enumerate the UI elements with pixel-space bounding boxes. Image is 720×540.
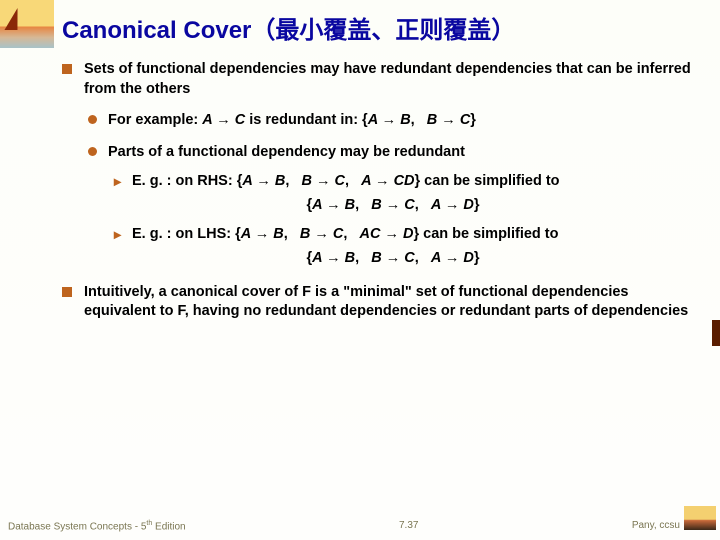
eg-label: E. g. : <box>132 173 176 189</box>
bullet-1b-rhs: E. g. : on RHS: {A → B, B → C, A → CD} c… <box>58 172 694 192</box>
expr: A → B <box>368 112 411 128</box>
expr: B → C <box>371 197 415 213</box>
expr: A → CD <box>361 173 414 189</box>
footer: Database System Concepts - 5th Edition 7… <box>0 520 720 532</box>
bullet-1b: Parts of a functional dependency may be … <box>58 143 694 163</box>
expr: A → D <box>431 197 474 213</box>
text: Database System Concepts - 5 <box>8 521 146 532</box>
expr: AC → D <box>359 226 413 242</box>
footer-center: 7.37 <box>399 520 418 532</box>
expr: A → C <box>202 112 245 128</box>
eg-label: E. g. : <box>132 226 176 242</box>
bullet-1b-rhs-result: {A → B, B → C, A → D} <box>58 196 694 216</box>
text: is redundant in: { <box>245 112 367 128</box>
logo-top-left <box>0 0 54 48</box>
bullet-1b-lhs-result: {A → B, B → C, A → D} <box>58 249 694 269</box>
bullet-1a: For example: A → C is redundant in: {A →… <box>58 111 694 131</box>
expr: A → B <box>242 173 285 189</box>
text: For example: <box>108 112 202 128</box>
bullet-2: Intuitively, a canonical cover of F is a… <box>58 283 694 322</box>
expr: A → D <box>431 250 474 266</box>
accent-bar <box>712 320 720 346</box>
slide-body: Sets of functional dependencies may have… <box>58 60 694 330</box>
text: } can be simplified to <box>413 226 558 242</box>
footer-right: Pany, ccsu <box>632 520 680 532</box>
logo-bottom-right <box>684 506 716 530</box>
text: Edition <box>152 521 185 532</box>
text: on LHS: { <box>176 226 241 242</box>
footer-left: Database System Concepts - 5th Edition <box>8 520 186 532</box>
expr: B → C <box>301 173 345 189</box>
expr: A → B <box>312 197 355 213</box>
text: } can be simplified to <box>415 173 560 189</box>
expr: A → B <box>241 226 284 242</box>
bullet-1: Sets of functional dependencies may have… <box>58 60 694 99</box>
text: on RHS: { <box>176 173 243 189</box>
slide-title: Canonical Cover（最小覆盖、正则覆盖） <box>62 10 515 45</box>
expr: A → B <box>312 250 355 266</box>
expr: B → C <box>300 226 344 242</box>
bullet-1b-lhs: E. g. : on LHS: {A → B, B → C, AC → D} c… <box>58 225 694 245</box>
expr: B → C <box>371 250 415 266</box>
expr: B → C <box>427 112 471 128</box>
